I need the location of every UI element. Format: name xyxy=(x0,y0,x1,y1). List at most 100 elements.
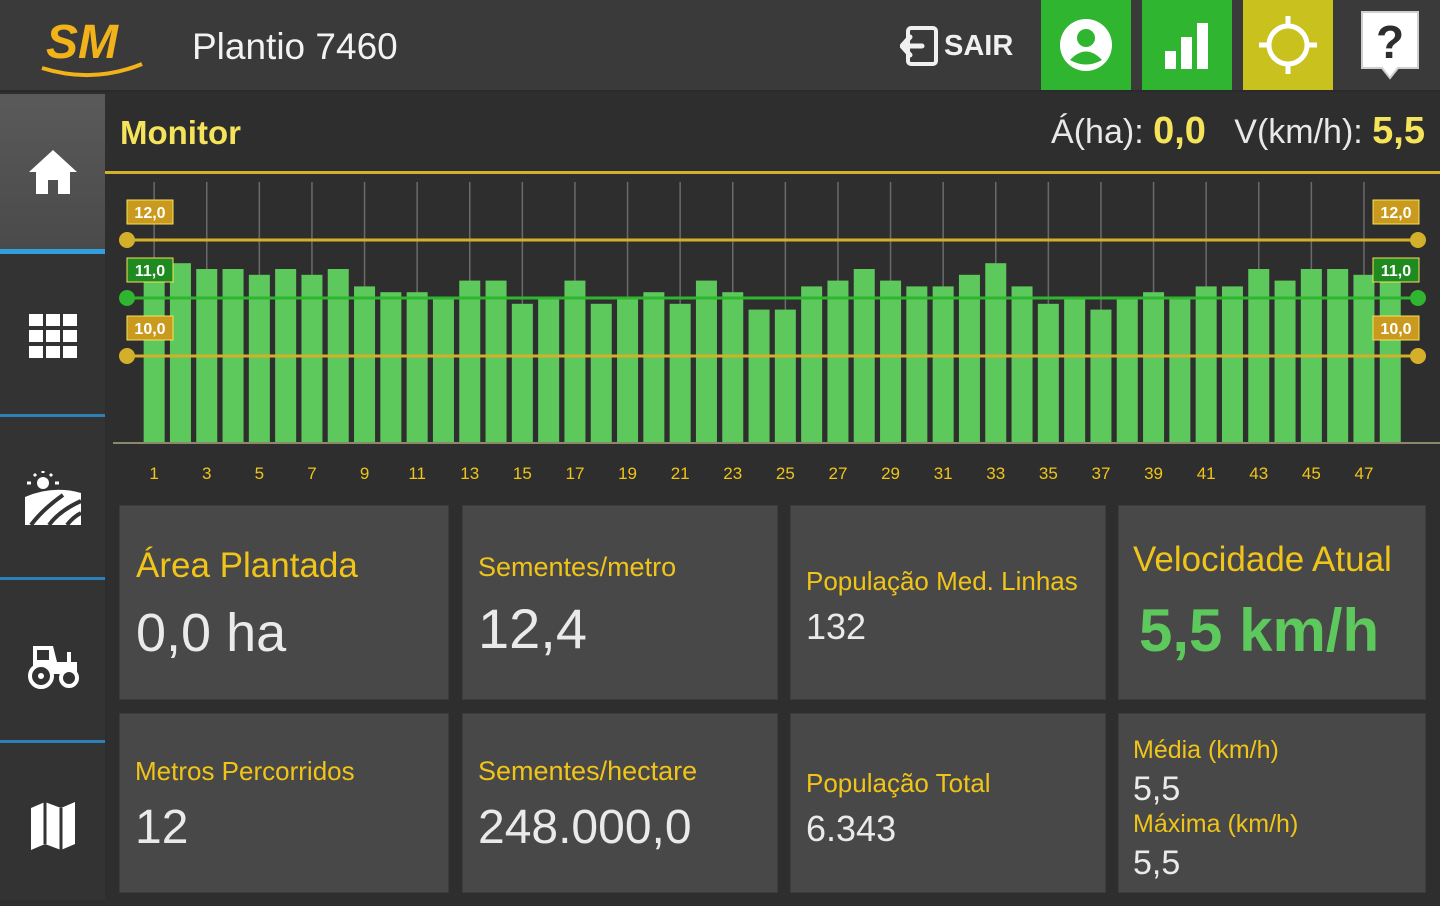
seed-rate-chart: 12,0 12,011,0 11,010,0 10,01 3 5 7 9 11 13 15 17 19 2… xyxy=(113,182,1440,483)
bar-row-34 xyxy=(1011,286,1033,443)
monitor-title: Monitor xyxy=(120,114,241,151)
sidebar-item-field[interactable] xyxy=(0,420,105,580)
bar-row-27 xyxy=(827,280,849,443)
card-speed-label: Velocidade Atual xyxy=(1133,540,1392,579)
bar-row-35 xyxy=(1037,303,1059,443)
gps-target-icon xyxy=(1259,16,1317,74)
x-tick-label: 21 xyxy=(671,464,690,483)
card-meters-traveled: Metros Percorridos 12 xyxy=(119,713,449,893)
bar-row-42 xyxy=(1221,286,1243,443)
bar-row-39 xyxy=(1143,292,1165,443)
bar-row-36 xyxy=(1064,298,1086,443)
bar-row-44 xyxy=(1274,280,1296,443)
x-tick-label: 37 xyxy=(1091,464,1110,483)
reference-tag-label: 12,0 xyxy=(1380,205,1411,222)
card-meters-value: 12 xyxy=(135,801,189,854)
bar-row-41 xyxy=(1195,286,1217,443)
area-readout-value: 0,0 xyxy=(1153,110,1206,152)
bar-row-38 xyxy=(1116,298,1138,443)
x-tick-label: 41 xyxy=(1197,464,1216,483)
reference-line-handle[interactable] xyxy=(119,348,135,364)
x-tick-label: 13 xyxy=(460,464,479,483)
card-seeds-ha-value: 248.000,0 xyxy=(478,801,692,854)
bar-row-17 xyxy=(564,280,586,443)
bar-row-29 xyxy=(880,280,902,443)
card-max-label: Máxima (km/h) xyxy=(1133,810,1299,838)
x-tick-label: 7 xyxy=(307,464,316,483)
reference-line-handle[interactable] xyxy=(119,232,135,248)
logo-text: SM xyxy=(46,16,119,69)
card-area-label: Área Plantada xyxy=(136,546,358,585)
x-tick-label: 29 xyxy=(881,464,900,483)
bar-row-2 xyxy=(169,263,191,443)
x-tick-label: 33 xyxy=(986,464,1005,483)
readouts: Á(ha): 0,0 V(km/h): 5,5 xyxy=(1051,110,1425,153)
speed-readout-label: V(km/h): xyxy=(1234,113,1363,151)
user-button[interactable] xyxy=(1041,0,1131,90)
bar-row-5 xyxy=(248,274,270,443)
app-title: Plantio 7460 xyxy=(192,26,398,67)
bar-row-13 xyxy=(459,280,481,443)
card-seeds-m-value: 12,4 xyxy=(478,597,587,660)
card-area-value: 0,0 ha xyxy=(136,603,287,663)
x-tick-label: 15 xyxy=(513,464,532,483)
grid-icon xyxy=(28,313,77,358)
bar-row-31 xyxy=(932,286,954,443)
sidebar-item-map[interactable] xyxy=(0,746,105,906)
bar-row-19 xyxy=(617,298,639,443)
tractor-icon xyxy=(27,645,79,689)
monitor-header: Monitor Á(ha): 0,0 V(km/h): 5,5 xyxy=(105,94,1440,174)
x-tick-label: 9 xyxy=(360,464,369,483)
card-seeds-m-label: Sementes/metro xyxy=(478,552,677,582)
sidebar-item-tractor[interactable] xyxy=(0,583,105,743)
help-button[interactable]: ? xyxy=(1350,0,1430,90)
reference-line-handle[interactable] xyxy=(1410,290,1426,306)
reference-tag-label: 12,0 xyxy=(134,205,165,222)
bar-row-47 xyxy=(1353,274,1375,443)
stats-button[interactable] xyxy=(1142,0,1232,90)
card-max-value: 5,5 xyxy=(1133,844,1181,882)
bar-chart-icon xyxy=(1165,23,1208,69)
card-area-planted: Área Plantada 0,0 ha xyxy=(119,505,449,700)
bar-row-1 xyxy=(143,280,165,443)
reference-tag-label: 10,0 xyxy=(1380,321,1411,338)
bar-row-32 xyxy=(958,274,980,443)
bar-row-14 xyxy=(485,280,507,443)
x-tick-label: 17 xyxy=(565,464,584,483)
reference-line-handle[interactable] xyxy=(1410,348,1426,364)
home-icon xyxy=(28,149,77,194)
x-tick-label: 45 xyxy=(1302,464,1321,483)
reference-line-handle[interactable] xyxy=(119,290,135,306)
reference-line-handle[interactable] xyxy=(1410,232,1426,248)
x-tick-label: 25 xyxy=(776,464,795,483)
reference-tag-label: 10,0 xyxy=(134,321,165,338)
card-seeds-per-hectare: Sementes/hectare 248.000,0 xyxy=(462,713,778,893)
top-bar: SM Plantio 7460 SAIR ? xyxy=(0,0,1440,92)
speed-readout-value: 5,5 xyxy=(1372,110,1425,152)
sidebar-item-grid[interactable] xyxy=(0,257,105,417)
bar-row-12 xyxy=(432,298,454,443)
logout-button[interactable]: SAIR xyxy=(900,14,1028,78)
x-tick-label: 1 xyxy=(149,464,158,483)
svg-text:?: ? xyxy=(1376,16,1404,68)
sm-logo: SM xyxy=(41,16,143,78)
gps-button[interactable] xyxy=(1243,0,1333,90)
sidebar-item-home[interactable] xyxy=(0,94,105,254)
bar-row-16 xyxy=(538,298,560,443)
bar-row-26 xyxy=(801,286,823,443)
x-tick-label: 27 xyxy=(828,464,847,483)
bar-row-48 xyxy=(1379,280,1401,443)
x-tick-label: 11 xyxy=(408,464,426,483)
logout-icon xyxy=(900,26,938,66)
card-pop-total-value: 6.343 xyxy=(806,808,897,849)
sidebar xyxy=(0,94,105,900)
reference-tag-label: 11,0 xyxy=(1381,263,1411,280)
logout-label: SAIR xyxy=(944,29,1014,62)
x-tick-label: 31 xyxy=(934,464,953,483)
x-tick-label: 19 xyxy=(618,464,637,483)
x-tick-label: 47 xyxy=(1354,464,1373,483)
bar-row-25 xyxy=(774,309,796,443)
card-population-total: População Total 6.343 xyxy=(790,713,1106,893)
bar-row-7 xyxy=(301,274,323,443)
card-pop-total-label: População Total xyxy=(806,768,991,798)
